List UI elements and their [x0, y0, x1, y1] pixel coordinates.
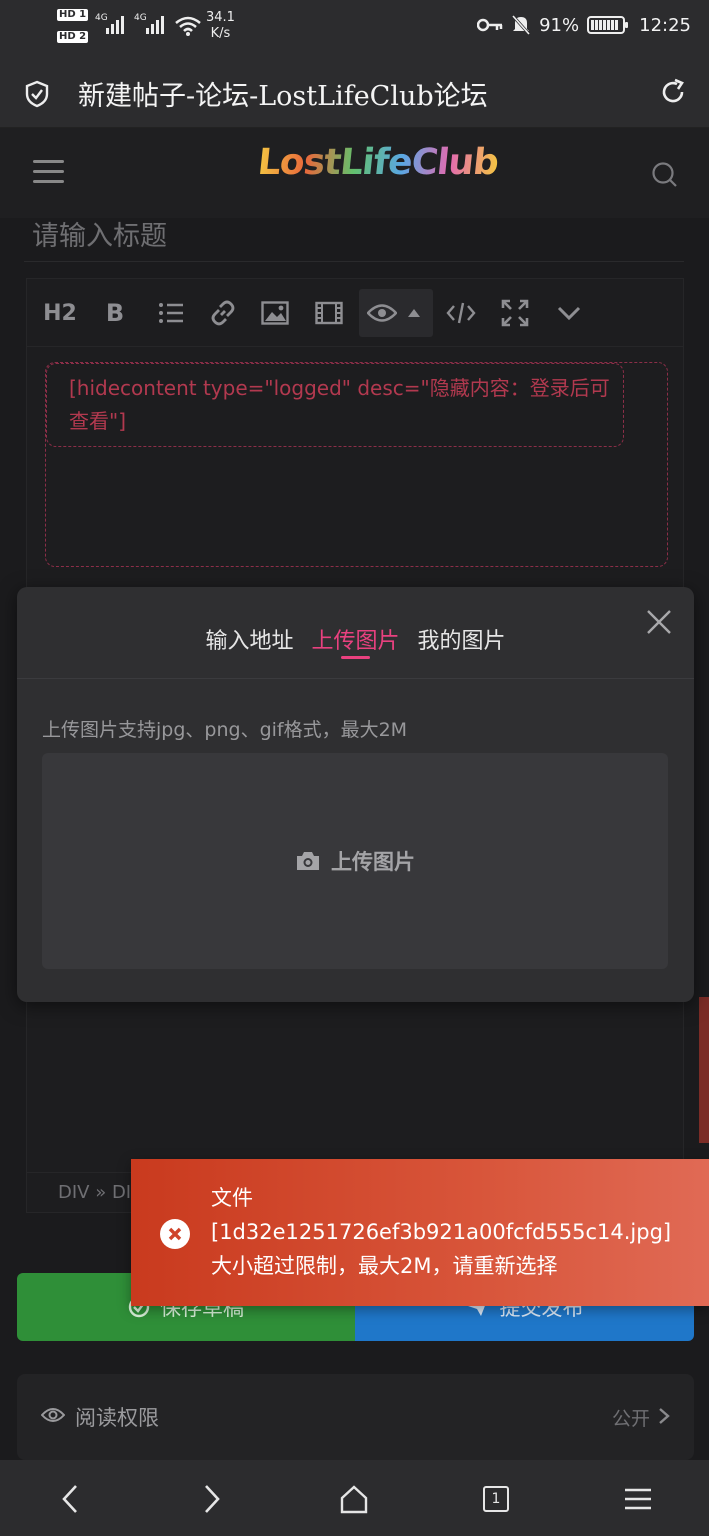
status-right-group: 91% 12:25 [477, 14, 691, 36]
clock: 12:25 [639, 14, 691, 36]
site-header: LostLifeClub [0, 128, 709, 218]
upload-image-label: 上传图片 [331, 850, 415, 874]
site-logo[interactable]: LostLifeClub [256, 142, 500, 183]
menu-icon[interactable] [33, 160, 64, 184]
chevron-down-icon [557, 306, 581, 320]
fullscreen-button[interactable] [495, 293, 535, 333]
editor-content-block[interactable]: [hidecontent type="logged" desc="隐藏内容：登录… [45, 362, 668, 567]
upload-hint: 上传图片支持jpg、png、gif格式，最大2M [42, 719, 408, 741]
hide-content-button[interactable] [359, 289, 433, 337]
forward-icon [205, 1485, 220, 1513]
browser-address-bar[interactable]: 新建帖子-论坛-LostLifeClub论坛 [0, 56, 709, 128]
heading-button[interactable]: H2 [41, 293, 79, 333]
code-icon [446, 302, 476, 324]
signal-bars-1 [106, 14, 124, 34]
error-icon [160, 1219, 190, 1249]
image-dialog-tabs: 输入地址 上传图片 我的图片 [17, 587, 694, 679]
network-speed: 34.1 K/s [206, 10, 235, 41]
more-button[interactable] [549, 293, 589, 333]
list-icon [159, 303, 183, 323]
error-message: 文件 [1d32e1251726ef3b921a00fcfd555c14.jpg… [211, 1181, 671, 1283]
video-button[interactable] [309, 293, 349, 333]
browser-menu-button[interactable] [618, 1482, 658, 1516]
hidecontent-shortcode[interactable]: [hidecontent type="logged" desc="隐藏内容：登录… [46, 363, 624, 447]
battery-icon [587, 16, 629, 34]
menu-lines-icon [625, 1488, 651, 1510]
error-toast: 文件 [1d32e1251726ef3b921a00fcfd555c14.jpg… [131, 1159, 709, 1306]
image-icon [261, 301, 289, 325]
close-icon[interactable] [646, 609, 672, 635]
home-icon [340, 1485, 368, 1514]
signal-label-2: 4G [134, 13, 147, 23]
page-title[interactable]: 新建帖子-论坛-LostLifeClub论坛 [78, 74, 488, 113]
key-icon [477, 18, 503, 32]
read-permission-label: 阅读权限 [75, 1406, 159, 1430]
side-scroll-indicator [699, 997, 709, 1143]
error-line-2: [1d32e1251726ef3b921a00fcfd555c14.jpg] [211, 1220, 672, 1244]
back-icon [62, 1485, 77, 1513]
tab-my-images[interactable]: 我的图片 [418, 623, 506, 659]
back-button[interactable] [50, 1482, 90, 1516]
search-icon[interactable] [651, 161, 679, 189]
tab-input-url[interactable]: 输入地址 [205, 623, 293, 659]
link-icon [211, 300, 235, 326]
editor-toolbar: H2 B [27, 279, 683, 347]
code-button[interactable] [441, 293, 481, 333]
tabs-icon: 1 [483, 1486, 509, 1512]
battery-percent: 91% [539, 14, 580, 36]
status-bar: HD 1 HD 2 4G 4G 34.1 K/s 91% 12:25 [0, 0, 709, 56]
forward-button[interactable] [192, 1482, 232, 1516]
hd1-badge: HD 1 [57, 9, 89, 21]
reload-icon[interactable] [659, 78, 687, 106]
browser-bottom-nav: 1 [0, 1460, 709, 1536]
bold-button[interactable]: B [97, 293, 133, 333]
image-dialog: 输入地址 上传图片 我的图片 上传图片支持jpg、png、gif格式，最大2M … [17, 587, 694, 1002]
wifi-icon [175, 16, 201, 36]
tabs-button[interactable]: 1 [476, 1482, 516, 1516]
error-line-3: 大小超过限制，最大2M，请重新选择 [211, 1254, 558, 1278]
error-line-1: 文件 [211, 1186, 253, 1210]
image-button[interactable] [255, 293, 295, 333]
fullscreen-icon [501, 299, 529, 327]
tab-upload-image[interactable]: 上传图片 [311, 623, 400, 659]
home-button[interactable] [334, 1482, 374, 1516]
upload-image-dropzone[interactable]: 上传图片 [42, 753, 668, 969]
mute-bell-icon [511, 15, 531, 35]
read-permission-row[interactable]: 阅读权限 公开 [17, 1374, 694, 1460]
title-input[interactable] [24, 212, 684, 262]
shield-check-icon[interactable] [24, 80, 50, 108]
camera-icon [297, 852, 319, 870]
eye-icon [41, 1408, 65, 1422]
hd2-badge: HD 2 [57, 31, 89, 43]
list-button[interactable] [151, 293, 191, 333]
link-button[interactable] [203, 293, 243, 333]
eye-icon [367, 304, 397, 322]
read-permission-value: 公开 [611, 1408, 650, 1430]
video-icon [315, 301, 343, 325]
caret-up-icon [408, 309, 420, 317]
chevron-right-icon [659, 1408, 670, 1424]
signal-bars-2 [146, 14, 164, 34]
